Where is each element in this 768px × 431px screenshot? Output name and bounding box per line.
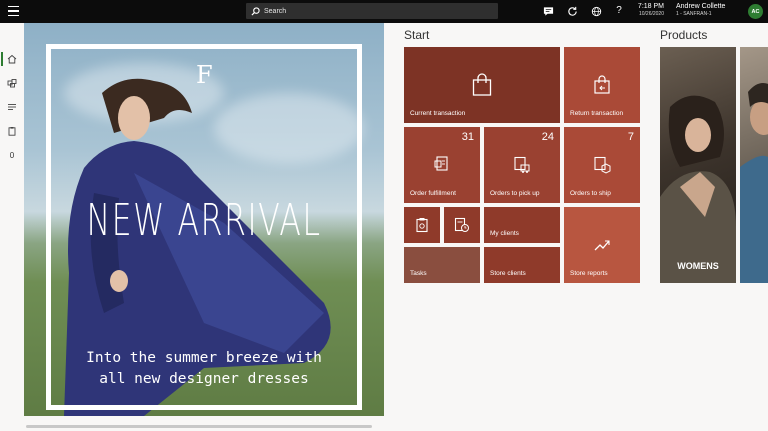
clock: 7:18 PM 10/26/2020 xyxy=(636,3,664,18)
store-name: 1 - SANFRAN-1 xyxy=(676,11,712,17)
tile-store-reports[interactable]: Store reports xyxy=(564,207,640,283)
tile-label: Store clients xyxy=(490,270,526,277)
tile-count: 31 xyxy=(461,131,474,143)
home-icon xyxy=(7,54,17,64)
tagline-line-1: Into the summer breeze with xyxy=(86,350,322,366)
tile-label: Orders to ship xyxy=(570,190,611,197)
rail-clipboard[interactable] xyxy=(0,121,24,141)
hamburger-icon[interactable] xyxy=(8,6,19,16)
tile-label: Current transaction xyxy=(410,110,466,117)
tile-label: Return transaction xyxy=(570,110,624,117)
product-card-womens[interactable]: WOMENS xyxy=(660,47,736,283)
tile-label: Store reports xyxy=(570,270,608,277)
list-icon xyxy=(8,104,16,110)
tile-return-transaction[interactable]: Return transaction xyxy=(564,47,640,123)
tile-order-fulfillment[interactable]: 31 Order fulfillment xyxy=(404,127,480,203)
schedule-icon xyxy=(454,217,469,232)
products-icon xyxy=(7,79,17,88)
clipboard-icon xyxy=(416,218,428,233)
tile-current-transaction[interactable]: Current transaction xyxy=(404,47,560,123)
left-rail: 0 xyxy=(0,23,24,431)
rail-home[interactable] xyxy=(0,49,24,69)
help-icon[interactable]: ? xyxy=(613,5,625,17)
tile-tasks[interactable]: Tasks xyxy=(404,247,480,283)
brand-logo: F xyxy=(196,61,213,89)
tile-count: 24 xyxy=(541,131,554,143)
tile-clipboard-shortcut[interactable] xyxy=(404,207,440,243)
avatar[interactable]: AC xyxy=(748,4,763,19)
ship-icon xyxy=(594,156,611,174)
product-card-next[interactable] xyxy=(740,47,768,283)
globe-icon[interactable] xyxy=(590,5,602,17)
chat-icon[interactable] xyxy=(542,5,554,17)
clipboard-icon xyxy=(8,127,16,136)
tagline-line-2: all new designer dresses xyxy=(99,371,309,387)
tile-orders-to-ship[interactable]: 7 Orders to ship xyxy=(564,127,640,203)
horizontal-scrollbar[interactable] xyxy=(26,425,372,428)
search-input[interactable]: Search xyxy=(246,3,498,19)
tile-orders-to-pick-up[interactable]: 24 Orders to pick up xyxy=(484,127,560,203)
refresh-icon[interactable] xyxy=(566,5,578,17)
tile-store-clients[interactable]: Store clients xyxy=(484,247,560,283)
user-info[interactable]: Andrew Collette 1 - SANFRAN-1 xyxy=(676,3,736,18)
search-placeholder: Search xyxy=(264,7,287,15)
product-photo xyxy=(740,83,768,283)
rail-list[interactable] xyxy=(0,97,24,117)
tile-count: 7 xyxy=(627,131,634,143)
tile-label: Orders to pick up xyxy=(490,190,540,197)
date-text: 10/26/2020 xyxy=(638,11,664,17)
tile-label: Order fulfillment xyxy=(410,190,456,197)
hero-banner[interactable]: F NEW ARRIVAL Into the summer breeze wit… xyxy=(24,23,384,416)
tile-label: My clients xyxy=(490,230,519,237)
tile-schedule-shortcut[interactable] xyxy=(444,207,480,243)
pickup-icon xyxy=(514,156,530,173)
start-title: Start xyxy=(404,28,430,42)
return-bag-icon xyxy=(594,75,610,94)
tile-my-clients[interactable]: My clients xyxy=(484,207,560,243)
product-label: WOMENS xyxy=(677,261,719,271)
shopping-bag-icon xyxy=(472,73,492,96)
product-photo xyxy=(660,95,736,283)
time-text: 7:18 PM xyxy=(637,3,664,10)
rail-count[interactable]: 0 xyxy=(0,145,24,165)
user-name: Andrew Collette xyxy=(676,3,726,10)
document-icon xyxy=(434,156,448,171)
chart-icon xyxy=(594,240,610,251)
tile-label: Tasks xyxy=(410,270,427,277)
hero-tagline: Into the summer breeze with all new desi… xyxy=(24,348,384,390)
rail-products[interactable] xyxy=(0,73,24,93)
cart-count: 0 xyxy=(9,150,15,160)
top-bar: Search ? 7:18 PM 10/26/2020 Andrew Colle… xyxy=(0,0,768,23)
hero-headline: NEW ARRIVAL xyxy=(86,195,322,246)
products-title: Products xyxy=(660,28,708,42)
search-icon xyxy=(251,6,260,16)
